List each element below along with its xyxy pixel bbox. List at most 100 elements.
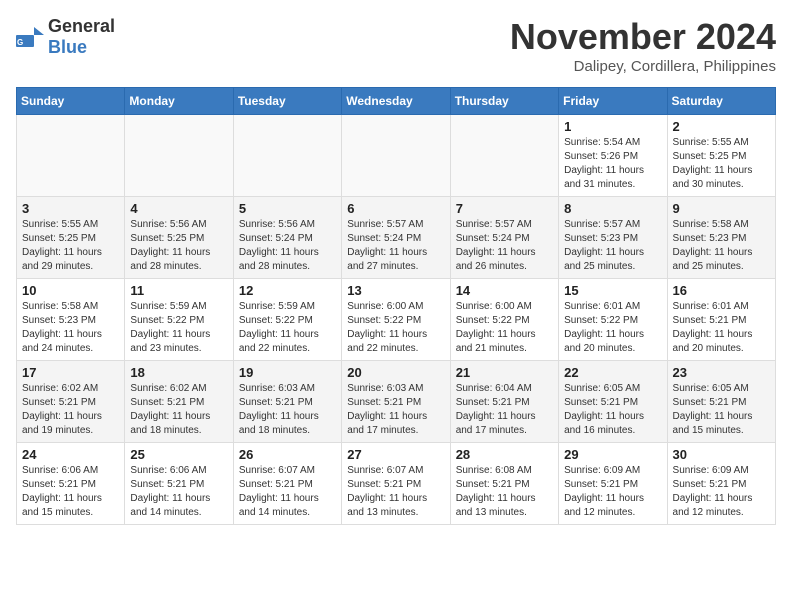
day-number: 18 [130, 365, 227, 380]
day-info: Sunrise: 5:58 AM Sunset: 5:23 PM Dayligh… [673, 218, 770, 274]
day-number: 26 [239, 447, 336, 462]
calendar-cell: 23 Sunrise: 6:05 AM Sunset: 5:21 PM Dayli… [667, 361, 775, 443]
weekday-header-thursday: Thursday [450, 88, 558, 115]
calendar-cell: 14 Sunrise: 6:00 AM Sunset: 5:22 PM Dayli… [450, 279, 558, 361]
title-block: November 2024 Dalipey, Cordillera, Phili… [510, 16, 776, 75]
day-number: 22 [564, 365, 661, 380]
day-info: Sunrise: 6:00 AM Sunset: 5:22 PM Dayligh… [347, 300, 444, 356]
day-info: Sunrise: 5:55 AM Sunset: 5:25 PM Dayligh… [673, 136, 770, 192]
location-title: Dalipey, Cordillera, Philippines [510, 58, 776, 75]
day-number: 3 [22, 201, 119, 216]
day-number: 6 [347, 201, 444, 216]
day-info: Sunrise: 5:59 AM Sunset: 5:22 PM Dayligh… [239, 300, 336, 356]
calendar-cell: 26 Sunrise: 6:07 AM Sunset: 5:21 PM Dayli… [233, 443, 341, 525]
day-number: 25 [130, 447, 227, 462]
day-info: Sunrise: 5:56 AM Sunset: 5:25 PM Dayligh… [130, 218, 227, 274]
logo-icon: G [16, 27, 44, 47]
week-row-2: 3 Sunrise: 5:55 AM Sunset: 5:25 PM Daylig… [17, 197, 776, 279]
calendar-cell: 10 Sunrise: 5:58 AM Sunset: 5:23 PM Dayli… [17, 279, 125, 361]
day-number: 5 [239, 201, 336, 216]
day-number: 13 [347, 283, 444, 298]
calendar-cell: 29Sunrise: 6:09 AM Sunset: 5:21 PM Dayli… [559, 443, 667, 525]
calendar-cell: 5 Sunrise: 5:56 AM Sunset: 5:24 PM Daylig… [233, 197, 341, 279]
svg-text:G: G [17, 38, 23, 47]
day-number: 9 [673, 201, 770, 216]
day-info: Sunrise: 5:58 AM Sunset: 5:23 PM Dayligh… [22, 300, 119, 356]
day-info: Sunrise: 6:03 AM Sunset: 5:21 PM Dayligh… [239, 382, 336, 438]
calendar-cell [342, 115, 450, 197]
day-number: 7 [456, 201, 553, 216]
day-number: 14 [456, 283, 553, 298]
calendar-cell: 3 Sunrise: 5:55 AM Sunset: 5:25 PM Daylig… [17, 197, 125, 279]
day-number: 16 [673, 283, 770, 298]
calendar-cell: 27 Sunrise: 6:07 AM Sunset: 5:21 PM Dayli… [342, 443, 450, 525]
calendar-cell: 4 Sunrise: 5:56 AM Sunset: 5:25 PM Daylig… [125, 197, 233, 279]
weekday-header-monday: Monday [125, 88, 233, 115]
calendar-table: SundayMondayTuesdayWednesdayThursdayFrid… [16, 87, 776, 525]
calendar-cell [233, 115, 341, 197]
calendar-cell: 12 Sunrise: 5:59 AM Sunset: 5:22 PM Dayli… [233, 279, 341, 361]
week-row-3: 10 Sunrise: 5:58 AM Sunset: 5:23 PM Dayli… [17, 279, 776, 361]
day-info: Sunrise: 5:57 AM Sunset: 5:24 PM Dayligh… [456, 218, 553, 274]
calendar-cell: 17 Sunrise: 6:02 AM Sunset: 5:21 PM Dayli… [17, 361, 125, 443]
day-info: Sunrise: 6:07 AM Sunset: 5:21 PM Dayligh… [347, 464, 444, 520]
day-info: Sunrise: 6:08 AM Sunset: 5:21 PM Dayligh… [456, 464, 553, 520]
day-info: Sunrise: 6:01 AM Sunset: 5:22 PM Dayligh… [564, 300, 661, 356]
calendar-cell: 7 Sunrise: 5:57 AM Sunset: 5:24 PM Daylig… [450, 197, 558, 279]
day-info: Sunrise: 6:09 AM Sunset: 5:21 PM Dayligh… [564, 464, 661, 520]
week-row-1: 1Sunrise: 5:54 AM Sunset: 5:26 PM Daylig… [17, 115, 776, 197]
day-info: Sunrise: 5:59 AM Sunset: 5:22 PM Dayligh… [130, 300, 227, 356]
calendar-cell: 15 Sunrise: 6:01 AM Sunset: 5:22 PM Dayli… [559, 279, 667, 361]
day-number: 17 [22, 365, 119, 380]
day-number: 23 [673, 365, 770, 380]
day-info: Sunrise: 6:06 AM Sunset: 5:21 PM Dayligh… [130, 464, 227, 520]
day-number: 21 [456, 365, 553, 380]
day-info: Sunrise: 5:55 AM Sunset: 5:25 PM Dayligh… [22, 218, 119, 274]
weekday-header-friday: Friday [559, 88, 667, 115]
calendar-cell: 16 Sunrise: 6:01 AM Sunset: 5:21 PM Dayli… [667, 279, 775, 361]
calendar-cell: 28 Sunrise: 6:08 AM Sunset: 5:21 PM Dayli… [450, 443, 558, 525]
day-number: 15 [564, 283, 661, 298]
day-info: Sunrise: 6:09 AM Sunset: 5:21 PM Dayligh… [673, 464, 770, 520]
calendar-cell: 2Sunrise: 5:55 AM Sunset: 5:25 PM Daylig… [667, 115, 775, 197]
calendar-cell: 6 Sunrise: 5:57 AM Sunset: 5:24 PM Daylig… [342, 197, 450, 279]
logo-general-text: General [48, 16, 115, 36]
day-info: Sunrise: 5:56 AM Sunset: 5:24 PM Dayligh… [239, 218, 336, 274]
calendar-cell [125, 115, 233, 197]
day-info: Sunrise: 6:02 AM Sunset: 5:21 PM Dayligh… [130, 382, 227, 438]
day-info: Sunrise: 6:01 AM Sunset: 5:21 PM Dayligh… [673, 300, 770, 356]
day-info: Sunrise: 6:02 AM Sunset: 5:21 PM Dayligh… [22, 382, 119, 438]
weekday-header-sunday: Sunday [17, 88, 125, 115]
calendar-cell: 22 Sunrise: 6:05 AM Sunset: 5:21 PM Dayli… [559, 361, 667, 443]
day-info: Sunrise: 6:05 AM Sunset: 5:21 PM Dayligh… [564, 382, 661, 438]
calendar-cell: 21Sunrise: 6:04 AM Sunset: 5:21 PM Dayli… [450, 361, 558, 443]
calendar-cell: 30Sunrise: 6:09 AM Sunset: 5:21 PM Dayli… [667, 443, 775, 525]
day-info: Sunrise: 6:05 AM Sunset: 5:21 PM Dayligh… [673, 382, 770, 438]
day-number: 11 [130, 283, 227, 298]
weekday-header-wednesday: Wednesday [342, 88, 450, 115]
weekday-header-tuesday: Tuesday [233, 88, 341, 115]
day-info: Sunrise: 6:00 AM Sunset: 5:22 PM Dayligh… [456, 300, 553, 356]
day-info: Sunrise: 6:07 AM Sunset: 5:21 PM Dayligh… [239, 464, 336, 520]
day-number: 20 [347, 365, 444, 380]
day-number: 27 [347, 447, 444, 462]
day-info: Sunrise: 6:03 AM Sunset: 5:21 PM Dayligh… [347, 382, 444, 438]
day-number: 19 [239, 365, 336, 380]
calendar-cell: 9 Sunrise: 5:58 AM Sunset: 5:23 PM Daylig… [667, 197, 775, 279]
day-number: 10 [22, 283, 119, 298]
day-number: 12 [239, 283, 336, 298]
day-info: Sunrise: 6:06 AM Sunset: 5:21 PM Dayligh… [22, 464, 119, 520]
calendar-cell [450, 115, 558, 197]
day-number: 28 [456, 447, 553, 462]
day-number: 4 [130, 201, 227, 216]
calendar-cell: 8Sunrise: 5:57 AM Sunset: 5:23 PM Daylig… [559, 197, 667, 279]
calendar-cell: 25 Sunrise: 6:06 AM Sunset: 5:21 PM Dayli… [125, 443, 233, 525]
month-title: November 2024 [510, 16, 776, 58]
day-info: Sunrise: 5:57 AM Sunset: 5:24 PM Dayligh… [347, 218, 444, 274]
calendar-cell [17, 115, 125, 197]
weekday-header-saturday: Saturday [667, 88, 775, 115]
calendar-cell: 13 Sunrise: 6:00 AM Sunset: 5:22 PM Dayli… [342, 279, 450, 361]
logo-blue-text: Blue [48, 37, 87, 57]
day-number: 8 [564, 201, 661, 216]
day-number: 1 [564, 119, 661, 134]
